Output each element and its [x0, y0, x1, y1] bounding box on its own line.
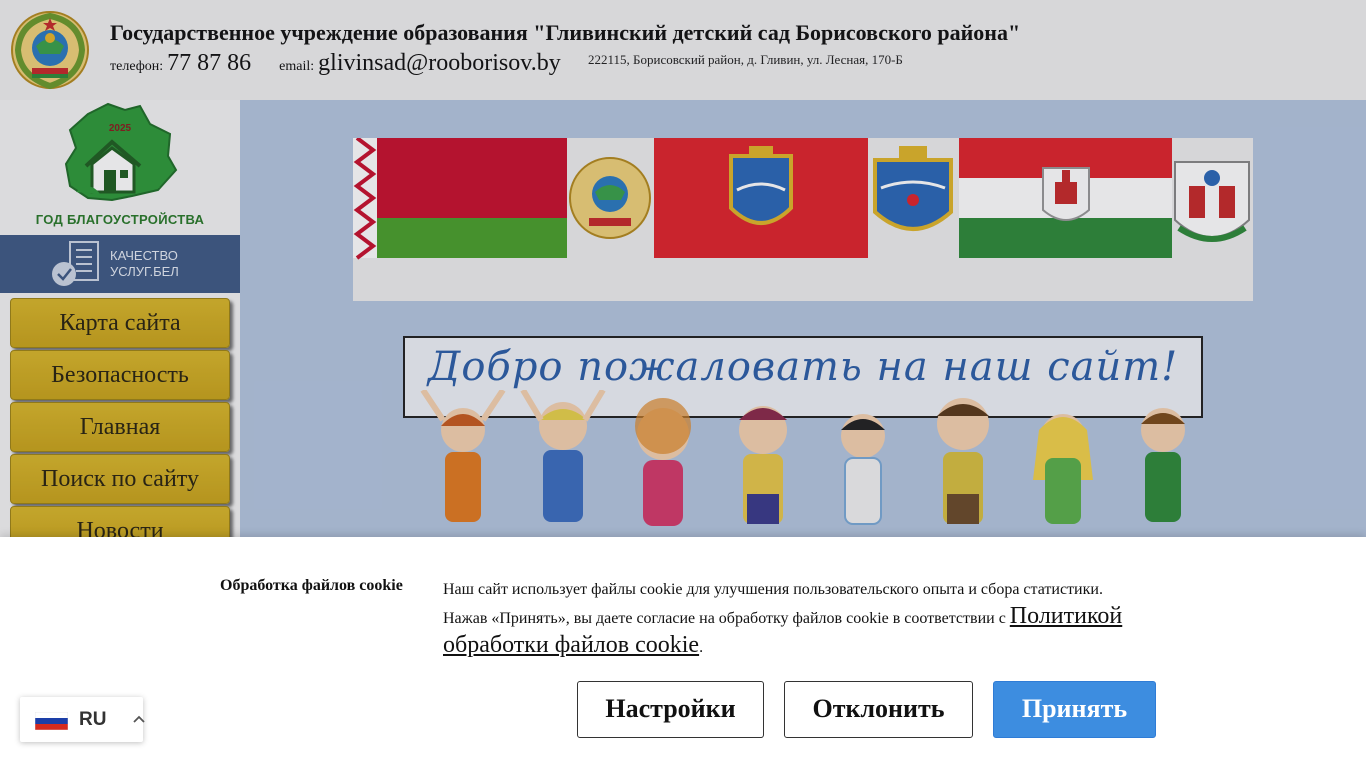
year-caption: ГОД БЛАГОУСТРОЙСТВА	[35, 212, 205, 227]
state-emblem-small	[569, 157, 651, 239]
kid-5	[841, 414, 885, 525]
phone-number[interactable]: 77 87 86	[167, 50, 251, 76]
belarus-flag	[353, 136, 567, 260]
sidebar-item-safety[interactable]: Безопасность	[10, 350, 230, 400]
quality-label: КАЧЕСТВО УСЛУГ.БЕЛ	[110, 248, 179, 280]
chevron-up-icon	[133, 715, 145, 723]
quality-line-1: КАЧЕСТВО	[110, 248, 178, 263]
kid-3	[635, 398, 691, 526]
cookie-title: Обработка файлов cookie	[220, 577, 403, 594]
kid-1	[420, 390, 506, 522]
email-label: email:	[279, 59, 315, 74]
cookie-text: Наш сайт использует файлы cookie для улу…	[443, 577, 1163, 661]
cookie-settings-button[interactable]: Настройки	[577, 681, 764, 738]
cookie-decline-button[interactable]: Отклонить	[784, 681, 973, 738]
cookie-text-line-1: Наш сайт использует файлы cookie для улу…	[443, 581, 1103, 598]
russia-flag-icon	[35, 712, 68, 730]
email-link[interactable]: glivinsad@rooborisov.by	[318, 50, 561, 76]
building-check-icon	[52, 241, 99, 286]
site-header: Государственное учреждение образования "…	[0, 0, 1366, 100]
quality-line-2: УСЛУГ.БЕЛ	[110, 264, 179, 279]
state-emblem-icon	[11, 11, 89, 90]
sidebar-menu: Карта сайта Безопасность Главная Поиск п…	[10, 298, 230, 558]
cookie-banner: Обработка файлов cookie Наш сайт использ…	[0, 537, 1366, 768]
page-title: Государственное учреждение образования "…	[110, 20, 1021, 45]
quality-services-banner[interactable]: КАЧЕСТВО УСЛУГ.БЕЛ	[0, 235, 240, 293]
phone-label: телефон:	[110, 59, 164, 74]
sidebar-item-sitemap[interactable]: Карта сайта	[10, 298, 230, 348]
flags-emblems-banner	[353, 136, 1253, 301]
sidebar-item-home[interactable]: Главная	[10, 402, 230, 452]
sidebar-item-search[interactable]: Поиск по сайту	[10, 454, 230, 504]
kid-4	[739, 406, 787, 524]
language-switcher[interactable]: RU	[20, 697, 145, 742]
welcome-text: Добро пожаловать на наш сайт!	[427, 344, 1179, 390]
borisov-coat	[1174, 161, 1250, 242]
kid-8	[1141, 408, 1185, 522]
cookie-text-end: .	[699, 639, 704, 656]
kid-2	[520, 390, 606, 522]
year-logo-banner[interactable]: 2025 ГОД БЛАГОУСТРОЙСТВА	[0, 100, 240, 235]
cookie-accept-button[interactable]: Принять	[993, 681, 1156, 738]
kids-illustration	[420, 390, 1185, 526]
belarus-map-house-icon: 2025	[64, 102, 178, 202]
kid-7	[1033, 414, 1093, 524]
language-code: RU	[79, 709, 107, 730]
year-badge: 2025	[109, 123, 132, 134]
contacts: телефон: 77 87 86 email: glivinsad@roobo…	[110, 50, 561, 77]
cookie-text-line-2: Нажав «Принять», вы даете согласие на об…	[443, 610, 1006, 627]
kid-6	[937, 398, 989, 524]
borisov-flag	[959, 138, 1172, 258]
address: 222115, Борисовский район, д. Гливин, ул…	[588, 52, 903, 67]
minsk-region-flag	[654, 138, 868, 258]
minsk-region-coat	[873, 146, 953, 231]
